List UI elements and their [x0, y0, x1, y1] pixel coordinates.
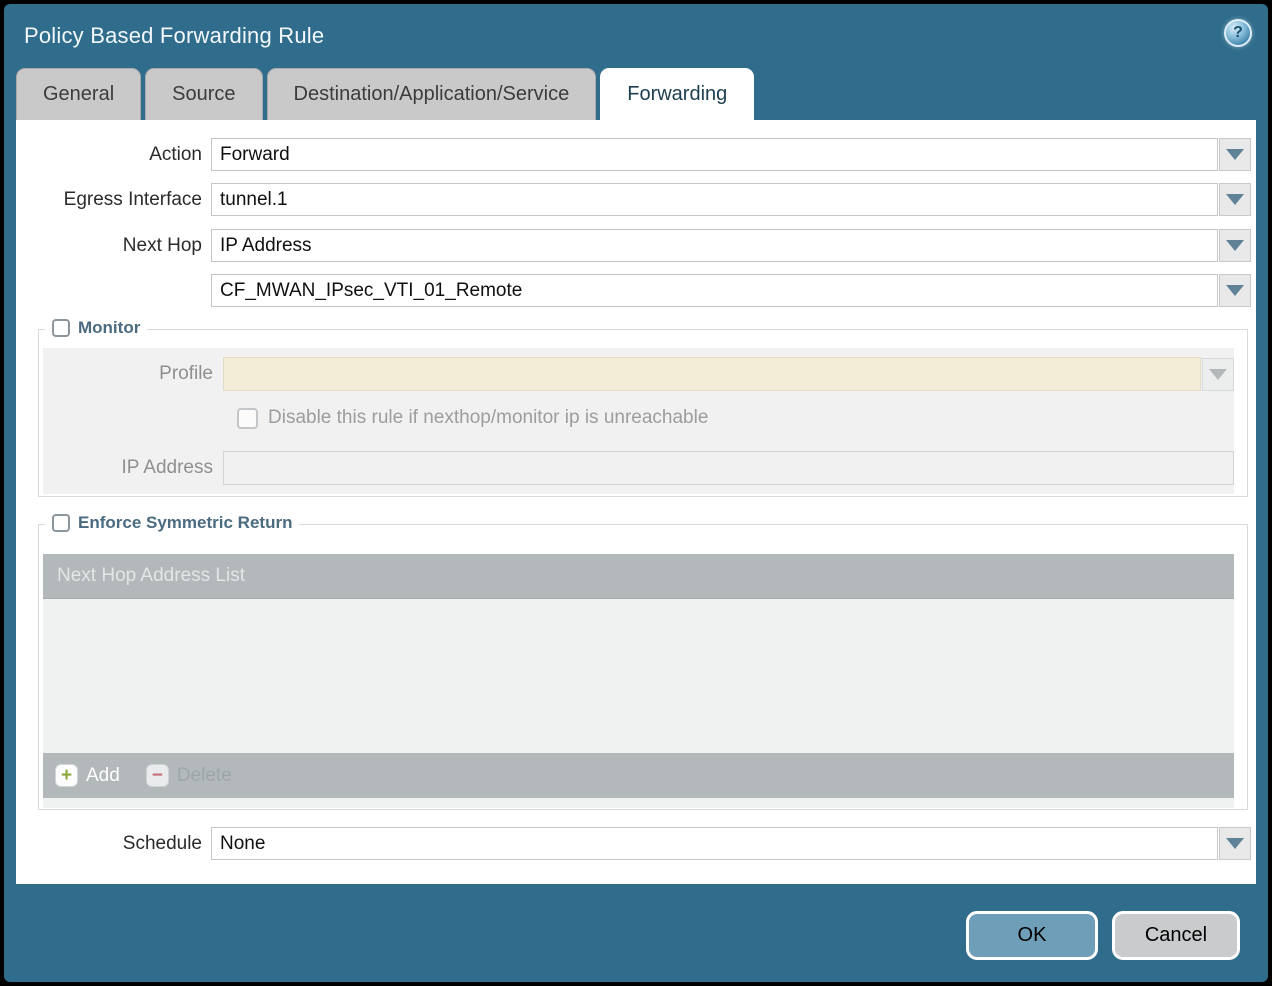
monitor-legend: Monitor: [45, 318, 147, 338]
egress-interface-dropdown-button[interactable]: [1219, 183, 1251, 216]
disable-rule-checkbox: [237, 408, 258, 429]
egress-interface-label: Egress Interface: [16, 189, 211, 211]
add-button[interactable]: + Add: [55, 764, 120, 787]
tab-forwarding[interactable]: Forwarding: [600, 68, 754, 120]
monitor-ip-address-input: [223, 451, 1234, 485]
ok-button[interactable]: OK: [966, 911, 1098, 960]
monitor-ip-address-row: IP Address: [43, 451, 1234, 485]
next-hop-address-list-toolbar: + Add − Delete: [43, 753, 1234, 798]
action-label: Action: [16, 144, 211, 166]
next-hop-dropdown-button[interactable]: [1219, 229, 1251, 262]
dialog-footer: OK Cancel: [4, 884, 1268, 982]
profile-dropdown-button: [1202, 358, 1234, 391]
action-dropdown-button[interactable]: [1219, 138, 1251, 171]
monitor-ip-address-label: IP Address: [43, 457, 223, 479]
schedule-dropdown-button[interactable]: [1219, 827, 1251, 860]
screen-frame: Policy Based Forwarding Rule ? General S…: [0, 0, 1272, 986]
profile-label: Profile: [43, 363, 223, 385]
next-hop-address-input[interactable]: CF_MWAN_IPsec_VTI_01_Remote: [211, 274, 1218, 307]
plus-icon: +: [55, 764, 78, 787]
action-row: Action Forward: [16, 138, 1251, 171]
next-hop-row: Next Hop IP Address: [16, 229, 1251, 262]
next-hop-address-list-header: Next Hop Address List: [43, 554, 1234, 599]
schedule-row: Schedule None: [16, 827, 1251, 860]
add-button-label: Add: [86, 765, 120, 787]
delete-button: − Delete: [146, 764, 232, 787]
chevron-down-icon: [1226, 240, 1244, 251]
tab-general[interactable]: General: [16, 68, 141, 120]
delete-button-label: Delete: [177, 765, 232, 787]
dialog-titlebar: Policy Based Forwarding Rule ?: [4, 4, 1268, 68]
monitor-section: Monitor Profile Disable this rule if nex…: [38, 329, 1248, 497]
monitor-legend-label: Monitor: [78, 318, 140, 338]
next-hop-address-list-table: Next Hop Address List + Add − Delete: [43, 554, 1234, 808]
monitor-panel: Profile Disable this rule if nexthop/mon…: [43, 348, 1234, 494]
schedule-input[interactable]: None: [211, 827, 1218, 860]
disable-rule-label: Disable this rule if nexthop/monitor ip …: [268, 407, 708, 429]
egress-interface-input[interactable]: tunnel.1: [211, 183, 1218, 216]
next-hop-label: Next Hop: [16, 235, 211, 257]
enforce-symmetric-return-legend-label: Enforce Symmetric Return: [78, 513, 292, 533]
next-hop-type-input[interactable]: IP Address: [211, 229, 1218, 262]
profile-input: [223, 357, 1201, 391]
profile-row: Profile: [43, 357, 1234, 391]
chevron-down-icon: [1226, 838, 1244, 849]
tab-destination-application-service[interactable]: Destination/Application/Service: [267, 68, 597, 120]
next-hop-address-dropdown-button[interactable]: [1219, 274, 1251, 307]
enforce-symmetric-return-checkbox[interactable]: [52, 514, 70, 532]
action-input[interactable]: Forward: [211, 138, 1218, 171]
next-hop-address-row: CF_MWAN_IPsec_VTI_01_Remote: [16, 274, 1251, 307]
help-icon[interactable]: ?: [1224, 19, 1252, 47]
schedule-label: Schedule: [16, 833, 211, 855]
tab-source[interactable]: Source: [145, 68, 262, 120]
chevron-down-icon: [1209, 369, 1227, 380]
table-footer-strip: [43, 798, 1234, 808]
enforce-symmetric-return-legend: Enforce Symmetric Return: [45, 513, 299, 533]
disable-rule-row: Disable this rule if nexthop/monitor ip …: [237, 407, 1234, 429]
next-hop-address-list-body[interactable]: [43, 599, 1234, 753]
pbf-rule-dialog: Policy Based Forwarding Rule ? General S…: [4, 4, 1268, 982]
enforce-symmetric-return-section: Enforce Symmetric Return Next Hop Addres…: [38, 524, 1248, 810]
dialog-title: Policy Based Forwarding Rule: [24, 23, 324, 49]
chevron-down-icon: [1226, 285, 1244, 296]
egress-interface-row: Egress Interface tunnel.1: [16, 183, 1251, 216]
chevron-down-icon: [1226, 194, 1244, 205]
chevron-down-icon: [1226, 149, 1244, 160]
tab-content-forwarding: Action Forward Egress Interface tunnel.1: [16, 120, 1256, 884]
monitor-checkbox[interactable]: [52, 319, 70, 337]
cancel-button[interactable]: Cancel: [1112, 911, 1240, 960]
tab-bar: General Source Destination/Application/S…: [4, 68, 1268, 120]
minus-icon: −: [146, 764, 169, 787]
